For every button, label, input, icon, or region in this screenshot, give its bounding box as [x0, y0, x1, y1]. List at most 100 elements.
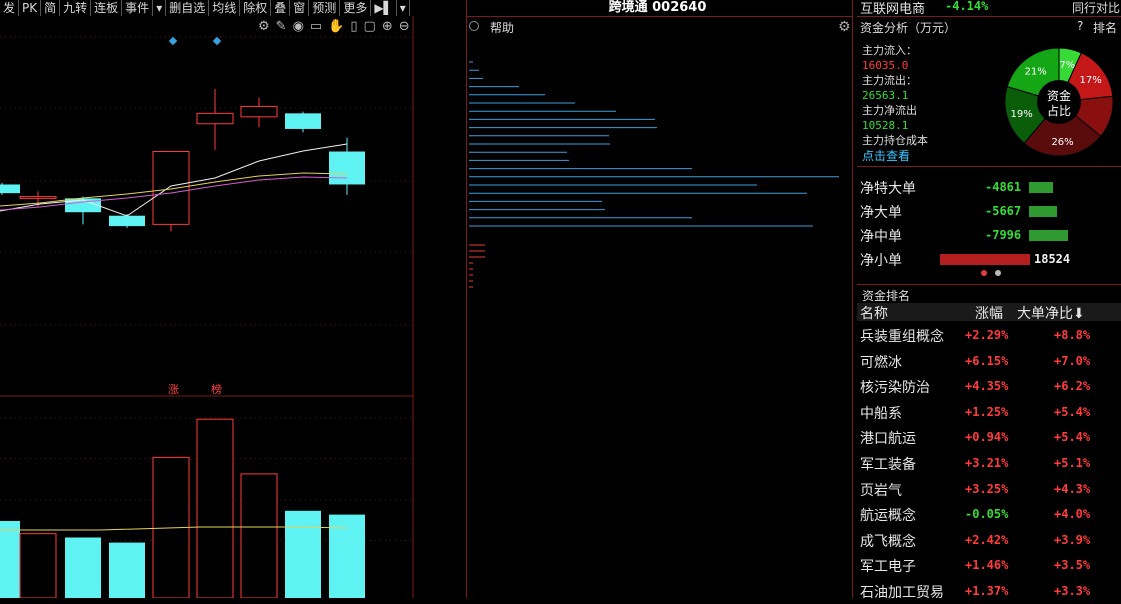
flow-bar — [1029, 182, 1053, 193]
event-marker — [168, 36, 178, 46]
rank-ratio: +6.2% — [1054, 379, 1091, 394]
rank-ratio: +4.0% — [1054, 507, 1091, 522]
rank-row[interactable]: 航运概念 -0.05% +4.0% — [857, 503, 1121, 527]
toolbar-item[interactable]: 预测 — [309, 0, 341, 16]
peer-compare-link[interactable]: 同行对比 — [1072, 0, 1120, 16]
rank-row[interactable]: 成飞概念 +2.42% +3.9% — [857, 529, 1121, 553]
rank-row[interactable]: 中船系 +1.25% +5.4% — [857, 401, 1121, 425]
eye-icon[interactable]: ◉ — [293, 19, 304, 34]
pie-center-label: 资金 — [1047, 88, 1071, 103]
rank-row[interactable]: 石油加工贸易 +1.37% +3.3% — [857, 580, 1121, 604]
divider — [467, 16, 852, 17]
toolbar-item[interactable]: 更多 — [340, 0, 372, 16]
rank-name: 军工电子 — [860, 559, 916, 576]
trash-icon[interactable]: ▯ — [350, 19, 357, 34]
flow-row: 净大单 -5667 — [857, 200, 1121, 222]
rank-change: +3.21% — [965, 456, 1009, 470]
toolbar-item[interactable]: 九转 — [60, 0, 92, 16]
toolbar-item[interactable]: 发 — [0, 0, 20, 16]
flow-value: -4861 — [985, 180, 1022, 194]
pen-icon[interactable]: ✎ — [276, 19, 287, 34]
flow-name: 净小单 — [860, 253, 902, 269]
fund-rank-link[interactable]: 排名 — [1093, 19, 1117, 36]
divider — [857, 166, 1121, 167]
col-change[interactable]: 涨幅 — [975, 303, 1003, 323]
candle — [240, 97, 278, 128]
candle — [285, 111, 321, 133]
signal-tag: 涨 — [168, 383, 179, 396]
rank-row[interactable]: 核污染防治 +4.35% +6.2% — [857, 375, 1121, 399]
flow-bar — [1029, 206, 1057, 217]
kline-chart-svg[interactable]: 5.705.294.874.464.046448485332241629X100… — [0, 16, 451, 603]
cost-link[interactable]: 点击查看 — [862, 147, 910, 164]
page-dot-active[interactable] — [981, 270, 987, 276]
rank-change: +1.25% — [965, 404, 1009, 419]
candle — [196, 89, 234, 150]
rank-name: 港口航运 — [860, 431, 916, 448]
rank-row[interactable]: 可燃冰 +6.15% +7.0% — [857, 350, 1121, 374]
rank-change: -0.05% — [965, 507, 1009, 522]
rank-change: +2.42% — [965, 532, 1009, 547]
lock-icon[interactable]: ▢ — [364, 19, 376, 34]
zoom-out-icon[interactable]: ⊖ — [399, 19, 410, 34]
toolbar-item[interactable]: 简 — [41, 0, 61, 16]
help-link[interactable]: 帮助 — [490, 19, 514, 36]
outflow-label: 主力流出： — [862, 74, 917, 87]
rank-ratio: +4.3% — [1054, 481, 1091, 496]
gear-icon[interactable]: ⚙ — [838, 19, 851, 35]
toolbar-item[interactable]: 均线 — [209, 0, 241, 16]
rank-change: +2.29% — [965, 328, 1009, 342]
flow-value: 18524 — [1034, 252, 1071, 266]
rank-row[interactable]: 港口航运 +0.94% +5.4% — [857, 426, 1121, 450]
toolbar-item[interactable]: 事件 — [122, 0, 154, 16]
rank-name: 可燃冰 — [860, 354, 902, 371]
page-dot[interactable] — [995, 270, 1001, 276]
col-ratio[interactable]: 大单净比⬇ — [1017, 303, 1085, 323]
toolbar-item[interactable]: 窗 — [290, 0, 310, 16]
flow-row: 净特大单 -4861 — [857, 176, 1121, 198]
volume-bar — [285, 510, 321, 598]
rank-change: +1.37% — [965, 584, 1009, 598]
toolbar-item[interactable]: 除权 — [240, 0, 272, 16]
zoom-in-icon[interactable]: ⊕ — [382, 19, 393, 34]
toolbar-item[interactable]: PK — [19, 0, 42, 16]
sector-name[interactable]: 互联网电商 — [860, 0, 925, 17]
fund-help[interactable]: ? — [1077, 19, 1083, 33]
flow-row: 净中单 -7996 — [857, 224, 1121, 246]
basket-icon[interactable]: ▭ — [310, 19, 322, 34]
rank-change: +1.46% — [965, 558, 1009, 573]
volume-bar — [240, 473, 278, 599]
rank-change: +4.35% — [965, 379, 1009, 394]
pie-center-label: 占比 — [1047, 103, 1071, 118]
toolbar-item[interactable]: ▶▌ — [371, 0, 397, 16]
rank-row[interactable]: 兵装重组概念 +2.29% +8.8% — [857, 324, 1121, 348]
signal-tag: 榜 — [211, 382, 222, 396]
flow-bar — [940, 254, 1030, 265]
col-name[interactable]: 名称 — [860, 303, 888, 323]
rank-name: 中船系 — [860, 405, 902, 422]
rank-ratio: +5.4% — [1054, 404, 1091, 419]
toolbar-item[interactable]: 连板 — [91, 0, 123, 16]
pie-label: 19% — [1011, 109, 1033, 120]
pie-label: 21% — [1025, 67, 1047, 78]
toolbar-item[interactable]: 叠 — [271, 0, 291, 16]
flow-value: -7996 — [985, 228, 1022, 242]
rank-ratio: +8.8% — [1054, 328, 1091, 342]
rank-row[interactable]: 页岩气 +3.25% +4.3% — [857, 478, 1121, 502]
rank-name: 成飞概念 — [860, 533, 916, 550]
rank-row[interactable]: 军工电子 +1.46% +3.5% — [857, 554, 1121, 578]
toolbar-item[interactable]: 删自选 — [166, 0, 210, 16]
gear-icon[interactable]: ⚙ — [258, 19, 270, 34]
fund-pie-chart: 7% 17% 26% 19% 21%资金占比 — [1004, 47, 1114, 157]
help-icon[interactable] — [469, 21, 479, 31]
rank-name: 石油加工贸易 — [860, 585, 944, 601]
kline-chart-panel[interactable]: 5.705.294.874.464.046448485332241629X100… — [0, 16, 451, 603]
net-outflow-value: 10528.1 — [862, 119, 909, 132]
toolbar-item[interactable]: ▾ — [153, 0, 167, 16]
toolbar-item[interactable]: ▾ — [397, 0, 410, 16]
hand-icon[interactable]: ✋ — [328, 19, 344, 34]
rank-row[interactable]: 军工装备 +3.21% +5.1% — [857, 452, 1121, 476]
inflow-value: 16035.0 — [862, 59, 909, 72]
stock-title: 跨境通 002640 — [608, 0, 707, 15]
volume-bar — [0, 520, 20, 598]
